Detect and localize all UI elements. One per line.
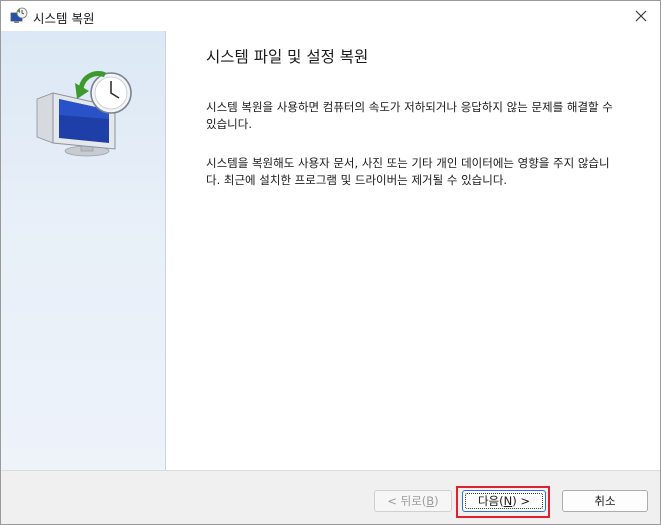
description-paragraph-1: 시스템 복원을 사용하면 컴퓨터의 속도가 저하되거나 응답하지 않는 문제를 … bbox=[206, 100, 613, 131]
system-restore-illustration-icon bbox=[36, 71, 132, 157]
cancel-button-label: 취소 bbox=[594, 494, 616, 508]
close-button[interactable] bbox=[624, 3, 658, 29]
page-heading: 시스템 파일 및 설정 복원 bbox=[206, 48, 369, 66]
close-icon bbox=[635, 10, 647, 22]
next-button-focus-ring bbox=[465, 493, 543, 509]
system-restore-icon bbox=[10, 7, 28, 23]
button-bar: < 뒤로(B) 다음(N) > 취소 bbox=[1, 470, 660, 524]
cancel-button[interactable]: 취소 bbox=[562, 490, 648, 512]
title-bar: 시스템 복원 bbox=[1, 1, 660, 31]
back-button-label-prefix: < 뒤로( bbox=[387, 494, 427, 508]
back-button-mnemonic: B bbox=[426, 494, 435, 508]
back-button-label-suffix: ) bbox=[434, 494, 439, 508]
next-button[interactable]: 다음(N) > bbox=[462, 490, 546, 512]
back-button[interactable]: < 뒤로(B) bbox=[374, 490, 452, 512]
window-title: 시스템 복원 bbox=[33, 11, 95, 26]
description-paragraph-2: 시스템을 복원해도 사용자 문서, 사진 또는 기타 개인 데이터에는 영향을 … bbox=[206, 156, 610, 187]
side-pane bbox=[1, 31, 166, 470]
system-restore-window: 시스템 복원 시스템 파일 및 설정 복원 시스템 복원을 사용하면 컴퓨터의 … bbox=[0, 0, 661, 525]
